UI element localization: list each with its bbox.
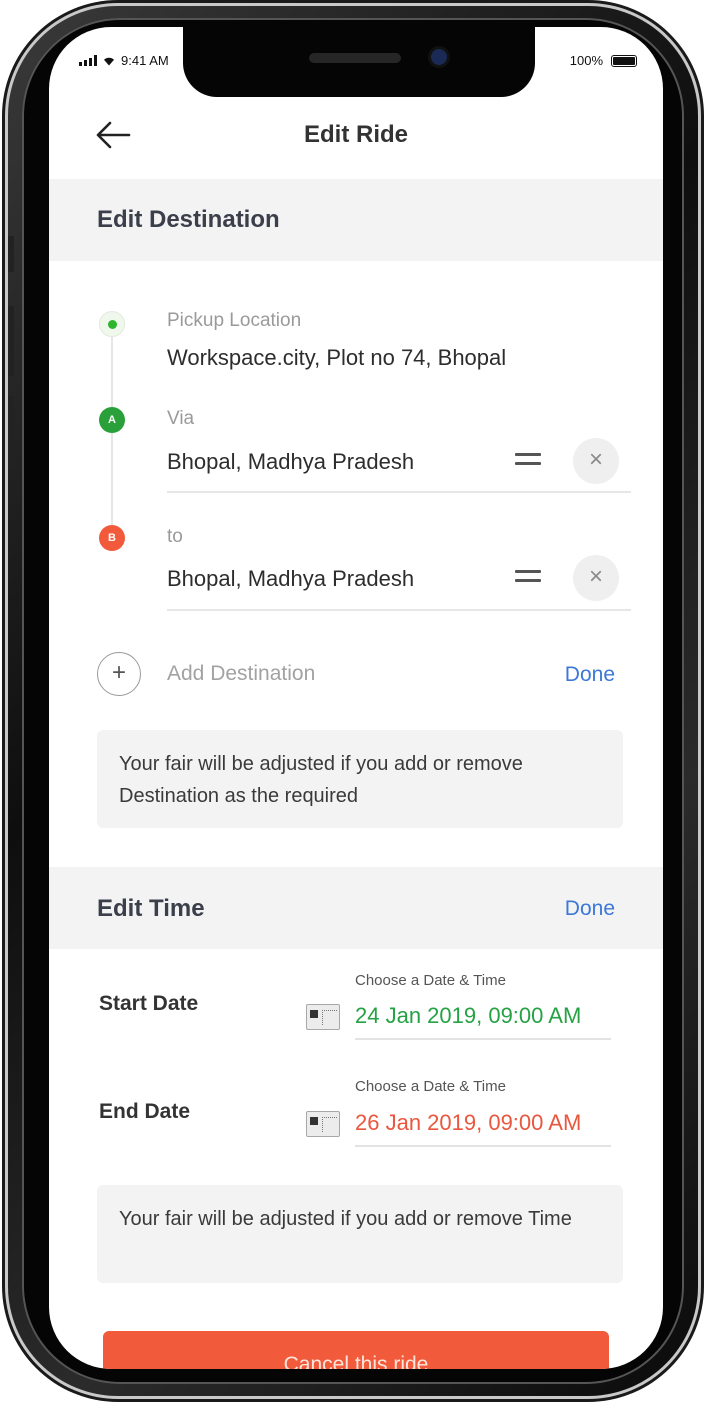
battery-percent: 100% <box>569 53 603 68</box>
route-timeline-line <box>111 336 113 551</box>
destination-notice: Your fair will be adjusted if you add or… <box>97 730 623 828</box>
end-date-underline <box>355 1145 611 1147</box>
to-label: to <box>167 526 183 547</box>
notch <box>183 27 535 97</box>
start-calendar-icon[interactable] <box>306 1004 340 1030</box>
to-input[interactable]: Bhopal, Madhya Pradesh <box>167 566 414 592</box>
via-label: Via <box>167 408 195 429</box>
time-done-button[interactable]: Done <box>565 897 615 921</box>
battery-icon <box>611 54 637 67</box>
speaker <box>309 53 401 63</box>
camera <box>431 49 447 65</box>
time-notice: Your fair will be adjusted if you add or… <box>97 1185 623 1283</box>
wifi-icon <box>104 57 114 65</box>
add-destination-link[interactable]: Add Destination <box>167 662 315 686</box>
end-date-label: End Date <box>99 1100 191 1123</box>
start-date-underline <box>355 1038 611 1040</box>
via-drag-handle-icon[interactable] <box>515 453 541 471</box>
volume-up-button <box>8 306 14 376</box>
end-calendar-icon[interactable] <box>306 1111 340 1137</box>
pickup-dot-icon <box>99 311 125 337</box>
status-bar-left: 9:41 AM <box>79 53 169 68</box>
start-date-label: Start Date <box>99 992 199 1015</box>
to-badge-icon: B <box>99 525 125 551</box>
start-date-value[interactable]: 24 Jan 2019, 09:00 AM <box>355 1003 581 1029</box>
top-bar: Edit Ride <box>49 107 663 167</box>
pickup-value: Workspace.city, Plot no 74, Bhopal <box>167 345 507 370</box>
via-input[interactable]: Bhopal, Madhya Pradesh <box>167 449 414 475</box>
via-remove-button[interactable]: × <box>573 438 619 484</box>
volume-down-button <box>8 396 14 466</box>
time-section-title: Edit Time <box>97 895 205 922</box>
cancel-ride-button[interactable]: Cancel this ride <box>103 1331 609 1369</box>
via-badge-icon: A <box>99 407 125 433</box>
destination-done-button[interactable]: Done <box>565 663 615 687</box>
time-section-header: Edit Time Done <box>49 867 663 949</box>
end-date-caption: Choose a Date & Time <box>355 1078 506 1095</box>
to-underline <box>167 609 631 611</box>
destination-section-header: Edit Destination <box>49 179 663 261</box>
status-bar-right: 100% <box>570 53 637 68</box>
status-time: 9:41 AM <box>121 53 169 68</box>
screen: 9:41 AM 100% Edit Ride Edit Destination … <box>49 27 663 1369</box>
start-date-caption: Choose a Date & Time <box>355 972 506 989</box>
pickup-label: Pickup Location <box>167 310 302 331</box>
end-date-value[interactable]: 26 Jan 2019, 09:00 AM <box>355 1110 581 1136</box>
page-title: Edit Ride <box>303 121 408 148</box>
to-remove-button[interactable]: × <box>573 555 619 601</box>
destination-section-title: Edit Destination <box>97 206 280 233</box>
to-drag-handle-icon[interactable] <box>515 570 541 588</box>
mute-switch <box>8 236 14 272</box>
add-destination-icon[interactable]: + <box>97 652 141 696</box>
signal-icon <box>79 55 97 66</box>
via-underline <box>167 491 631 493</box>
